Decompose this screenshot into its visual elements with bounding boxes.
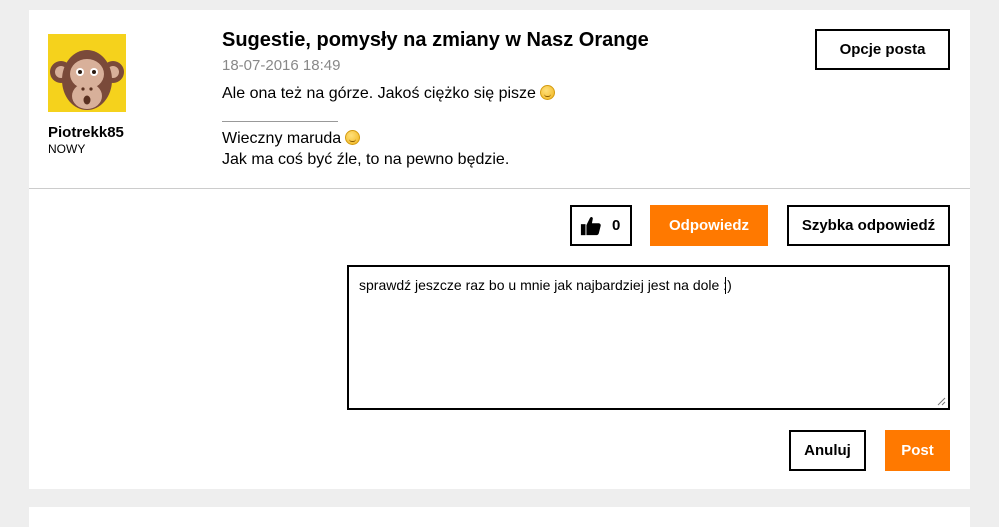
signature-line-2: Jak ma coś być źle, to na pewno będzie. [222,151,510,168]
post-divider [29,188,970,189]
quick-reply-button[interactable]: Szybka odpowiedź [787,205,950,246]
author-username[interactable]: Piotrekk85 [48,124,124,141]
reply-textarea[interactable]: sprawdź jeszcze raz bo u mnie jak najbar… [347,265,950,410]
thumbs-up-icon [580,216,601,235]
monkey-avatar-icon [48,34,126,112]
author-rank: NOWY [48,142,86,156]
post-body-text: Ale ona też na górze. Jakoś ciężko się p… [222,85,536,102]
next-post-card [29,507,970,527]
post-button[interactable]: Post [885,430,950,471]
smiley-icon [539,85,555,100]
post-title: Sugestie, pomysły na zmiany w Nasz Orang… [222,29,649,51]
resize-grip-icon[interactable] [937,397,946,406]
post-card: Piotrekk85 NOWY Sugestie, pomysły na zmi… [29,10,970,489]
like-count: 0 [612,217,621,234]
smiley-icon [345,130,361,145]
signature-divider [222,121,338,122]
text-caret [725,277,726,294]
signature-line-1: Wieczny maruda [222,130,361,148]
user-avatar[interactable] [48,34,126,112]
post-options-button[interactable]: Opcje posta [815,29,950,70]
cancel-button[interactable]: Anuluj [789,430,866,471]
like-button[interactable]: 0 [570,205,632,246]
post-body: Ale ona też na górze. Jakoś ciężko się p… [222,85,555,103]
post-date: 18-07-2016 18:49 [222,57,341,74]
signature-line-1-text: Wieczny maruda [222,130,342,147]
reply-button[interactable]: Odpowiedz [650,205,768,246]
